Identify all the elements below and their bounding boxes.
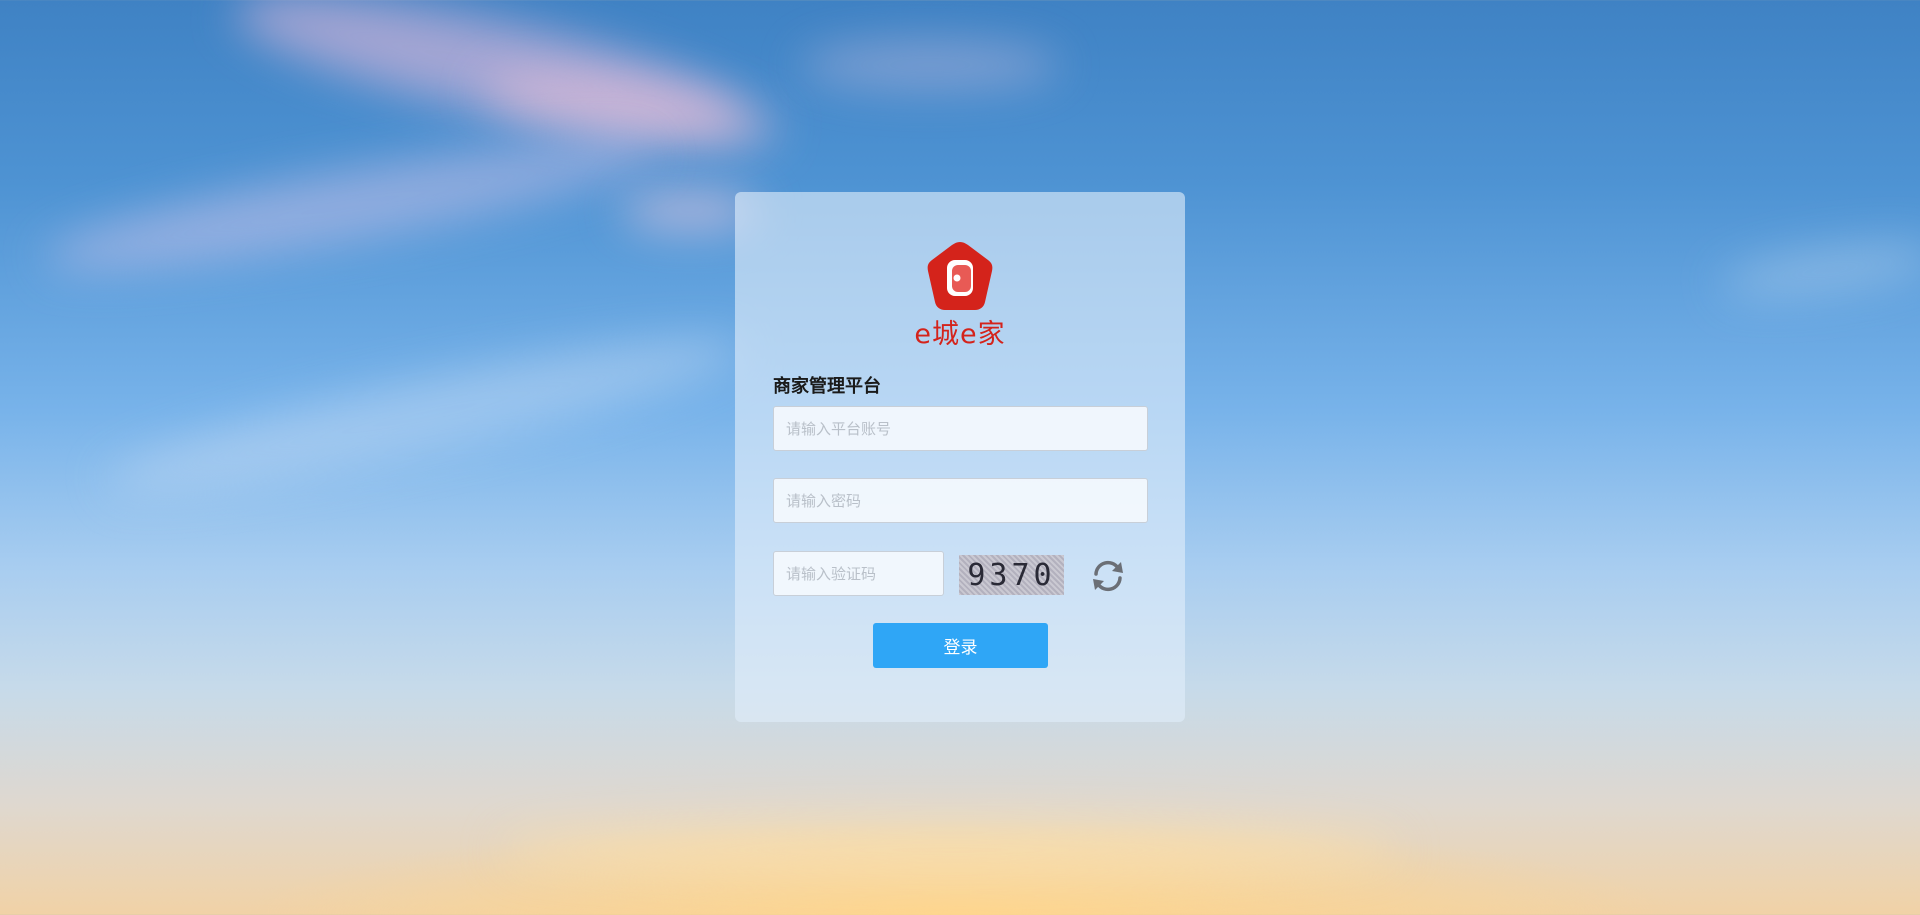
login-button[interactable]: 登录: [873, 623, 1048, 668]
captcha-input[interactable]: [773, 551, 944, 596]
page-title: 商家管理平台: [773, 376, 881, 397]
password-input[interactable]: [773, 478, 1148, 523]
captcha-code: 9370: [967, 557, 1056, 593]
brand-logo: e城e家: [735, 240, 1185, 350]
login-card: e城e家 商家管理平台 9370 登录: [735, 192, 1185, 722]
brand-name: e城e家: [914, 319, 1006, 350]
captcha-image[interactable]: 9370: [959, 555, 1064, 595]
refresh-icon[interactable]: [1088, 556, 1128, 596]
house-badge-icon: [927, 242, 993, 310]
account-input[interactable]: [773, 406, 1148, 451]
